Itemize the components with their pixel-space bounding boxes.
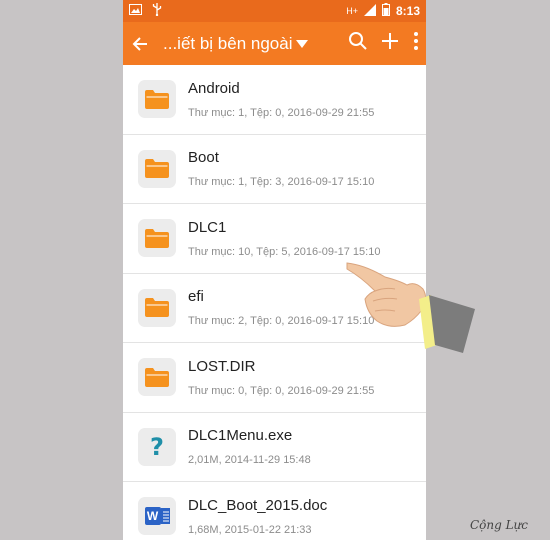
pointing-hand-overlay xyxy=(346,262,475,353)
file-info: Thư mục: 0, Tệp: 0, 2016-09-29 21:55 xyxy=(188,384,375,397)
usb-icon xyxy=(152,3,162,19)
dropdown-triangle-icon xyxy=(296,39,309,48)
file-name: DLC_Boot_2015.doc xyxy=(188,496,328,514)
word-document-icon: W xyxy=(144,507,170,526)
folder-icon xyxy=(145,298,169,318)
more-vert-icon xyxy=(414,32,418,50)
add-folder-button[interactable] xyxy=(380,31,400,56)
list-item-dlc-boot-doc[interactable]: W DLC_Boot_2015.doc 1,68M, 2015-01-22 21… xyxy=(123,482,426,540)
file-info: Thư mục: 1, Tệp: 0, 2016-09-29 21:55 xyxy=(188,106,375,119)
more-options-button[interactable] xyxy=(412,31,420,56)
file-name: DLC1 xyxy=(188,218,227,236)
list-item-boot[interactable]: Boot Thư mục: 1, Tệp: 3, 2016-09-17 15:1… xyxy=(123,135,426,204)
back-button[interactable] xyxy=(131,35,163,53)
network-type-label: H+ xyxy=(346,6,358,16)
watermark: Cộng Lực xyxy=(469,518,528,532)
app-bar: ...iết bị bên ngoài xyxy=(123,22,426,65)
folder-icon xyxy=(145,367,169,387)
list-item-android[interactable]: Android Thư mục: 1, Tệp: 0, 2016-09-29 2… xyxy=(123,65,426,135)
back-arrow-icon xyxy=(132,36,147,51)
page-title: ...iết bị bên ngoài xyxy=(163,33,293,53)
file-name: Boot xyxy=(188,149,219,167)
file-info: 2,01M, 2014-11-29 15:48 xyxy=(188,454,311,467)
file-info: 1,68M, 2015-01-22 21:33 xyxy=(188,523,312,536)
list-item-dlc1menu-exe[interactable]: ? DLC1Menu.exe 2,01M, 2014-11-29 15:48 xyxy=(123,413,426,482)
plus-icon xyxy=(382,33,398,49)
file-name: DLC1Menu.exe xyxy=(188,427,293,445)
search-icon xyxy=(349,32,367,50)
search-button[interactable] xyxy=(348,31,368,56)
signal-icon xyxy=(363,3,376,19)
folder-icon xyxy=(145,159,169,179)
file-name: LOST.DIR xyxy=(188,357,256,375)
status-time: 8:13 xyxy=(395,4,420,18)
storage-dropdown[interactable]: ...iết bị bên ngoài xyxy=(163,33,309,54)
battery-icon xyxy=(381,3,390,19)
file-name: Android xyxy=(188,79,240,97)
folder-icon xyxy=(145,228,169,248)
folder-icon xyxy=(145,89,169,109)
image-icon xyxy=(129,4,142,18)
file-info: Thư mục: 1, Tệp: 3, 2016-09-17 15:10 xyxy=(188,176,375,189)
unknown-file-icon: ? xyxy=(150,432,164,461)
status-bar: H+ 8:13 xyxy=(123,0,426,22)
